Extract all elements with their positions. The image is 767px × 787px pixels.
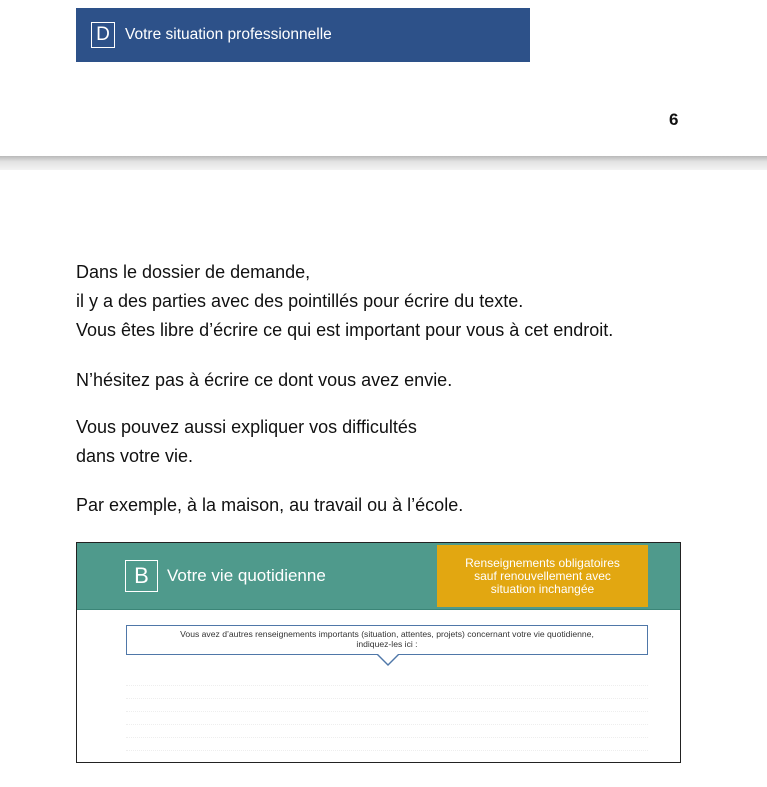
dotted-line — [126, 750, 648, 752]
form-section-header: B Votre vie quotidienne Renseignements o… — [77, 543, 680, 609]
form-section-title: Votre vie quotidienne — [167, 566, 326, 585]
section-d-header: D Votre situation professionnelle — [76, 8, 530, 62]
text-line: N’hésitez pas à écrire ce dont vous avez… — [76, 370, 453, 390]
paragraph-1: Dans le dossier de demande, il y a des p… — [76, 258, 613, 345]
section-letter: D — [91, 22, 115, 48]
mandatory-info-badge: Renseignements obligatoires sauf renouve… — [437, 545, 648, 607]
section-title: Votre situation professionnelle — [125, 26, 332, 43]
badge-line: situation inchangée — [490, 581, 595, 596]
dotted-writing-lines — [126, 685, 648, 762]
dotted-line — [126, 698, 648, 700]
dotted-line — [126, 724, 648, 726]
dotted-line — [126, 711, 648, 713]
badge-line: sauf renouvellement avec — [474, 568, 611, 583]
text-line: Vous pouvez aussi expliquer vos difficul… — [76, 417, 417, 437]
bubble-line: Vous avez d’autres renseignements import… — [180, 629, 594, 639]
instruction-bubble: Vous avez d’autres renseignements import… — [126, 625, 648, 655]
paragraph-3: Vous pouvez aussi expliquer vos difficul… — [76, 413, 417, 471]
page-separator — [0, 156, 767, 170]
paragraph-2: N’hésitez pas à écrire ce dont vous avez… — [76, 366, 452, 395]
dotted-line — [126, 685, 648, 687]
previous-page-bottom: D Votre situation professionnelle 6 — [0, 0, 767, 156]
dotted-line — [126, 737, 648, 739]
page-number: 6 — [669, 110, 679, 129]
bubble-line: indiquez-les ici : — [356, 639, 418, 649]
text-line: Vous êtes libre d’écrire ce qui est impo… — [76, 320, 614, 340]
paragraph-4: Par exemple, à la maison, au travail ou … — [76, 491, 463, 520]
text-line: Dans le dossier de demande, — [76, 262, 311, 282]
form-excerpt-image: B Votre vie quotidienne Renseignements o… — [76, 542, 681, 763]
text-line: Par exemple, à la maison, au travail ou … — [76, 495, 464, 515]
bubble-pointer-fill — [378, 654, 398, 664]
header-divider — [77, 609, 680, 610]
badge-line: Renseignements obligatoires — [465, 555, 620, 570]
form-section-letter: B — [125, 560, 158, 592]
text-line: dans votre vie. — [76, 446, 194, 466]
text-line: il y a des parties avec des pointillés p… — [76, 291, 524, 311]
